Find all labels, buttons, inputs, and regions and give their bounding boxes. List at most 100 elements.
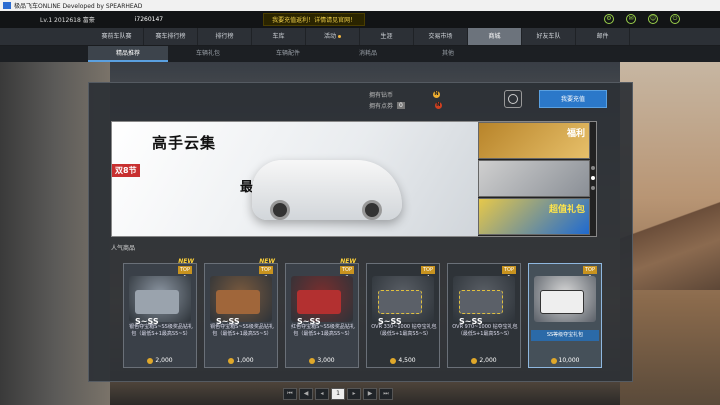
subtab-car-parts[interactable]: 车辆配件 <box>248 46 328 62</box>
background-mountain <box>620 200 720 290</box>
user-icon[interactable]: ☺ <box>648 14 658 24</box>
next-button[interactable]: ▸ <box>347 388 361 400</box>
giftbox-icon <box>378 290 422 314</box>
item-price: 2,000 <box>124 357 196 364</box>
player-status-bar: Lv.1 2012618 富豪 i7260147 我要充值返利！详情请见官网！ … <box>0 11 720 28</box>
tab-market[interactable]: 交易市场 <box>414 28 468 45</box>
banner-thumb-1[interactable]: 福利 <box>478 122 590 159</box>
item-price: 4,500 <box>367 357 439 364</box>
item-description: OVR 330~1000 钻夺宝礼包（最低S+1最高S5~S） <box>371 324 437 337</box>
giftbox-icon <box>459 290 503 314</box>
item-card[interactable]: TOP 5 S~SS OVR 970~1000 钻夺宝礼包（最低S+1最高S5~… <box>447 263 521 368</box>
item-card[interactable]: NEW TOP 2 S~SS 铜色夺宝箱S~SS级奖品钻礼包（最低S+1最高S5… <box>204 258 278 368</box>
point-value: 0 <box>397 102 405 109</box>
status-icons: ⚙ ✉ ☺ ⏻ <box>604 14 680 24</box>
promo-banner[interactable]: 高手云集 双8节 最强夺宝 福利 超值礼包 <box>111 121 597 237</box>
tab-shop[interactable]: 商城 <box>468 28 522 45</box>
diamond-label: 拥有钻币 <box>369 92 394 99</box>
coin-icon <box>471 357 478 364</box>
next-page-button[interactable]: ▶ <box>363 388 377 400</box>
rank-badge: TOP 3 <box>340 266 354 281</box>
coin-icon <box>309 357 316 364</box>
item-description: OVR 970~1000 钻夺宝礼包（最低S+1最高S5~S） <box>452 324 518 337</box>
item-price: 1,000 <box>205 357 277 364</box>
tab-mail[interactable]: 邮件 <box>576 28 630 45</box>
subtab-other[interactable]: 其他 <box>408 46 488 62</box>
item-image: S~SS <box>372 276 434 326</box>
wheel-icon <box>362 200 382 220</box>
main-navigation: 赛前车队赛 赛车排行榜 排行榜 车库 活动 生涯 交易市场 商城 好友车队 邮件 <box>0 28 720 46</box>
prev-page-button[interactable]: ◀ <box>299 388 313 400</box>
banner-tag: 双8节 <box>112 164 140 177</box>
notice-banner[interactable]: 我要充值返利！详情请见官网！ <box>263 13 366 26</box>
tab-car-ranking[interactable]: 赛车排行榜 <box>144 28 198 45</box>
tab-team-race[interactable]: 赛前车队赛 <box>90 28 144 45</box>
banner-thumb-2[interactable] <box>478 160 590 197</box>
new-badge: NEW <box>259 258 275 265</box>
current-page[interactable]: 1 <box>331 388 345 400</box>
diamond-icon: N <box>433 91 441 98</box>
selected-item-label: SS等级夺宝礼包 <box>531 330 599 341</box>
item-card-selected[interactable]: TOP 6 SS等级夺宝礼包 10,000 <box>528 263 602 368</box>
item-price: 2,000 <box>448 357 520 364</box>
refresh-icon <box>508 94 518 104</box>
item-card[interactable]: TOP 4 S~SS OVR 330~1000 钻夺宝礼包（最低S+1最高S5~… <box>366 263 440 368</box>
coin-icon <box>228 357 235 364</box>
message-icon[interactable]: ✉ <box>626 14 636 24</box>
tab-garage[interactable]: 车库 <box>252 28 306 45</box>
coin-icon <box>147 357 154 364</box>
pagination: ⏮ ◀ ◂ 1 ▸ ▶ ⏭ <box>283 388 393 400</box>
item-price: 3,000 <box>286 357 358 364</box>
recharge-button[interactable]: 我要充值 <box>539 90 607 108</box>
item-image: S~SS <box>210 276 272 326</box>
tab-career[interactable]: 生涯 <box>360 28 414 45</box>
subtab-featured[interactable]: 精品推荐 <box>88 46 168 62</box>
item-description: 铜色夺宝箱S~SS级奖品钻礼包（最低S+1最高S5~S） <box>210 324 274 337</box>
banner-thumb-3[interactable]: 超值礼包 <box>478 198 590 235</box>
shop-panel: 拥有钻币N 拥有点券0N 我要充值 高手云集 双8节 最强夺宝 福利 超值礼包 … <box>88 82 633 382</box>
giftbox-icon <box>135 290 179 314</box>
pager-dot[interactable] <box>591 176 595 180</box>
item-image: S~SS <box>453 276 515 326</box>
window-titlebar: 极品飞车ONLINE Developed by SPEARHEAD <box>0 0 720 11</box>
banner-title: 高手云集 <box>152 134 217 152</box>
giftbox-icon <box>297 290 341 314</box>
banner-car-image <box>252 160 402 220</box>
player-name: i7260147 <box>134 16 164 23</box>
item-image <box>534 276 596 322</box>
pager-dot[interactable] <box>591 166 595 170</box>
giftbox-icon <box>216 290 260 314</box>
point-label: 拥有点券 <box>369 103 394 110</box>
wheel-icon <box>270 200 290 220</box>
tab-friends-team[interactable]: 好友车队 <box>522 28 576 45</box>
item-card[interactable]: NEW TOP 1 S~SS 银色夺宝箱S~SS级奖品钻礼包（最低S+1最高S5… <box>123 258 197 368</box>
popular-items-label: 人气商品 <box>111 245 136 252</box>
app-logo-icon <box>3 2 11 9</box>
tab-events[interactable]: 活动 <box>306 28 360 45</box>
car-pack-icon <box>540 290 584 314</box>
prev-button[interactable]: ◂ <box>315 388 329 400</box>
tab-ranking[interactable]: 排行榜 <box>198 28 252 45</box>
subtab-car-packs[interactable]: 车辆礼包 <box>168 46 248 62</box>
subtab-consumables[interactable]: 消耗品 <box>328 46 408 62</box>
item-description: 红色夺宝箱S~SS级奖品钻礼包（最低S+1最高S5~S） <box>291 324 355 337</box>
item-image: S~SS <box>291 276 353 326</box>
pager-dot[interactable] <box>591 186 595 190</box>
first-page-button[interactable]: ⏮ <box>283 388 297 400</box>
banner-thumbnails: 福利 超值礼包 <box>478 122 596 236</box>
item-card[interactable]: NEW TOP 3 S~SS 红色夺宝箱S~SS级奖品钻礼包（最低S+1最高S5… <box>285 258 359 368</box>
coin-icon <box>550 357 557 364</box>
last-page-button[interactable]: ⏭ <box>379 388 393 400</box>
notification-dot-icon <box>338 35 341 38</box>
currency-info: 拥有钻币 N 拥有点券 0 N <box>369 89 442 111</box>
rank-badge: TOP 5 <box>502 266 516 281</box>
power-icon[interactable]: ⏻ <box>670 14 680 24</box>
rank-badge: TOP 6 <box>583 266 597 281</box>
rank-badge: TOP 4 <box>421 266 435 281</box>
rank-badge: TOP 1 <box>178 266 192 281</box>
point-icon: N <box>434 102 442 109</box>
refresh-button[interactable] <box>504 90 522 108</box>
coin-icon <box>390 357 397 364</box>
new-badge: NEW <box>340 258 356 265</box>
settings-icon[interactable]: ⚙ <box>604 14 614 24</box>
